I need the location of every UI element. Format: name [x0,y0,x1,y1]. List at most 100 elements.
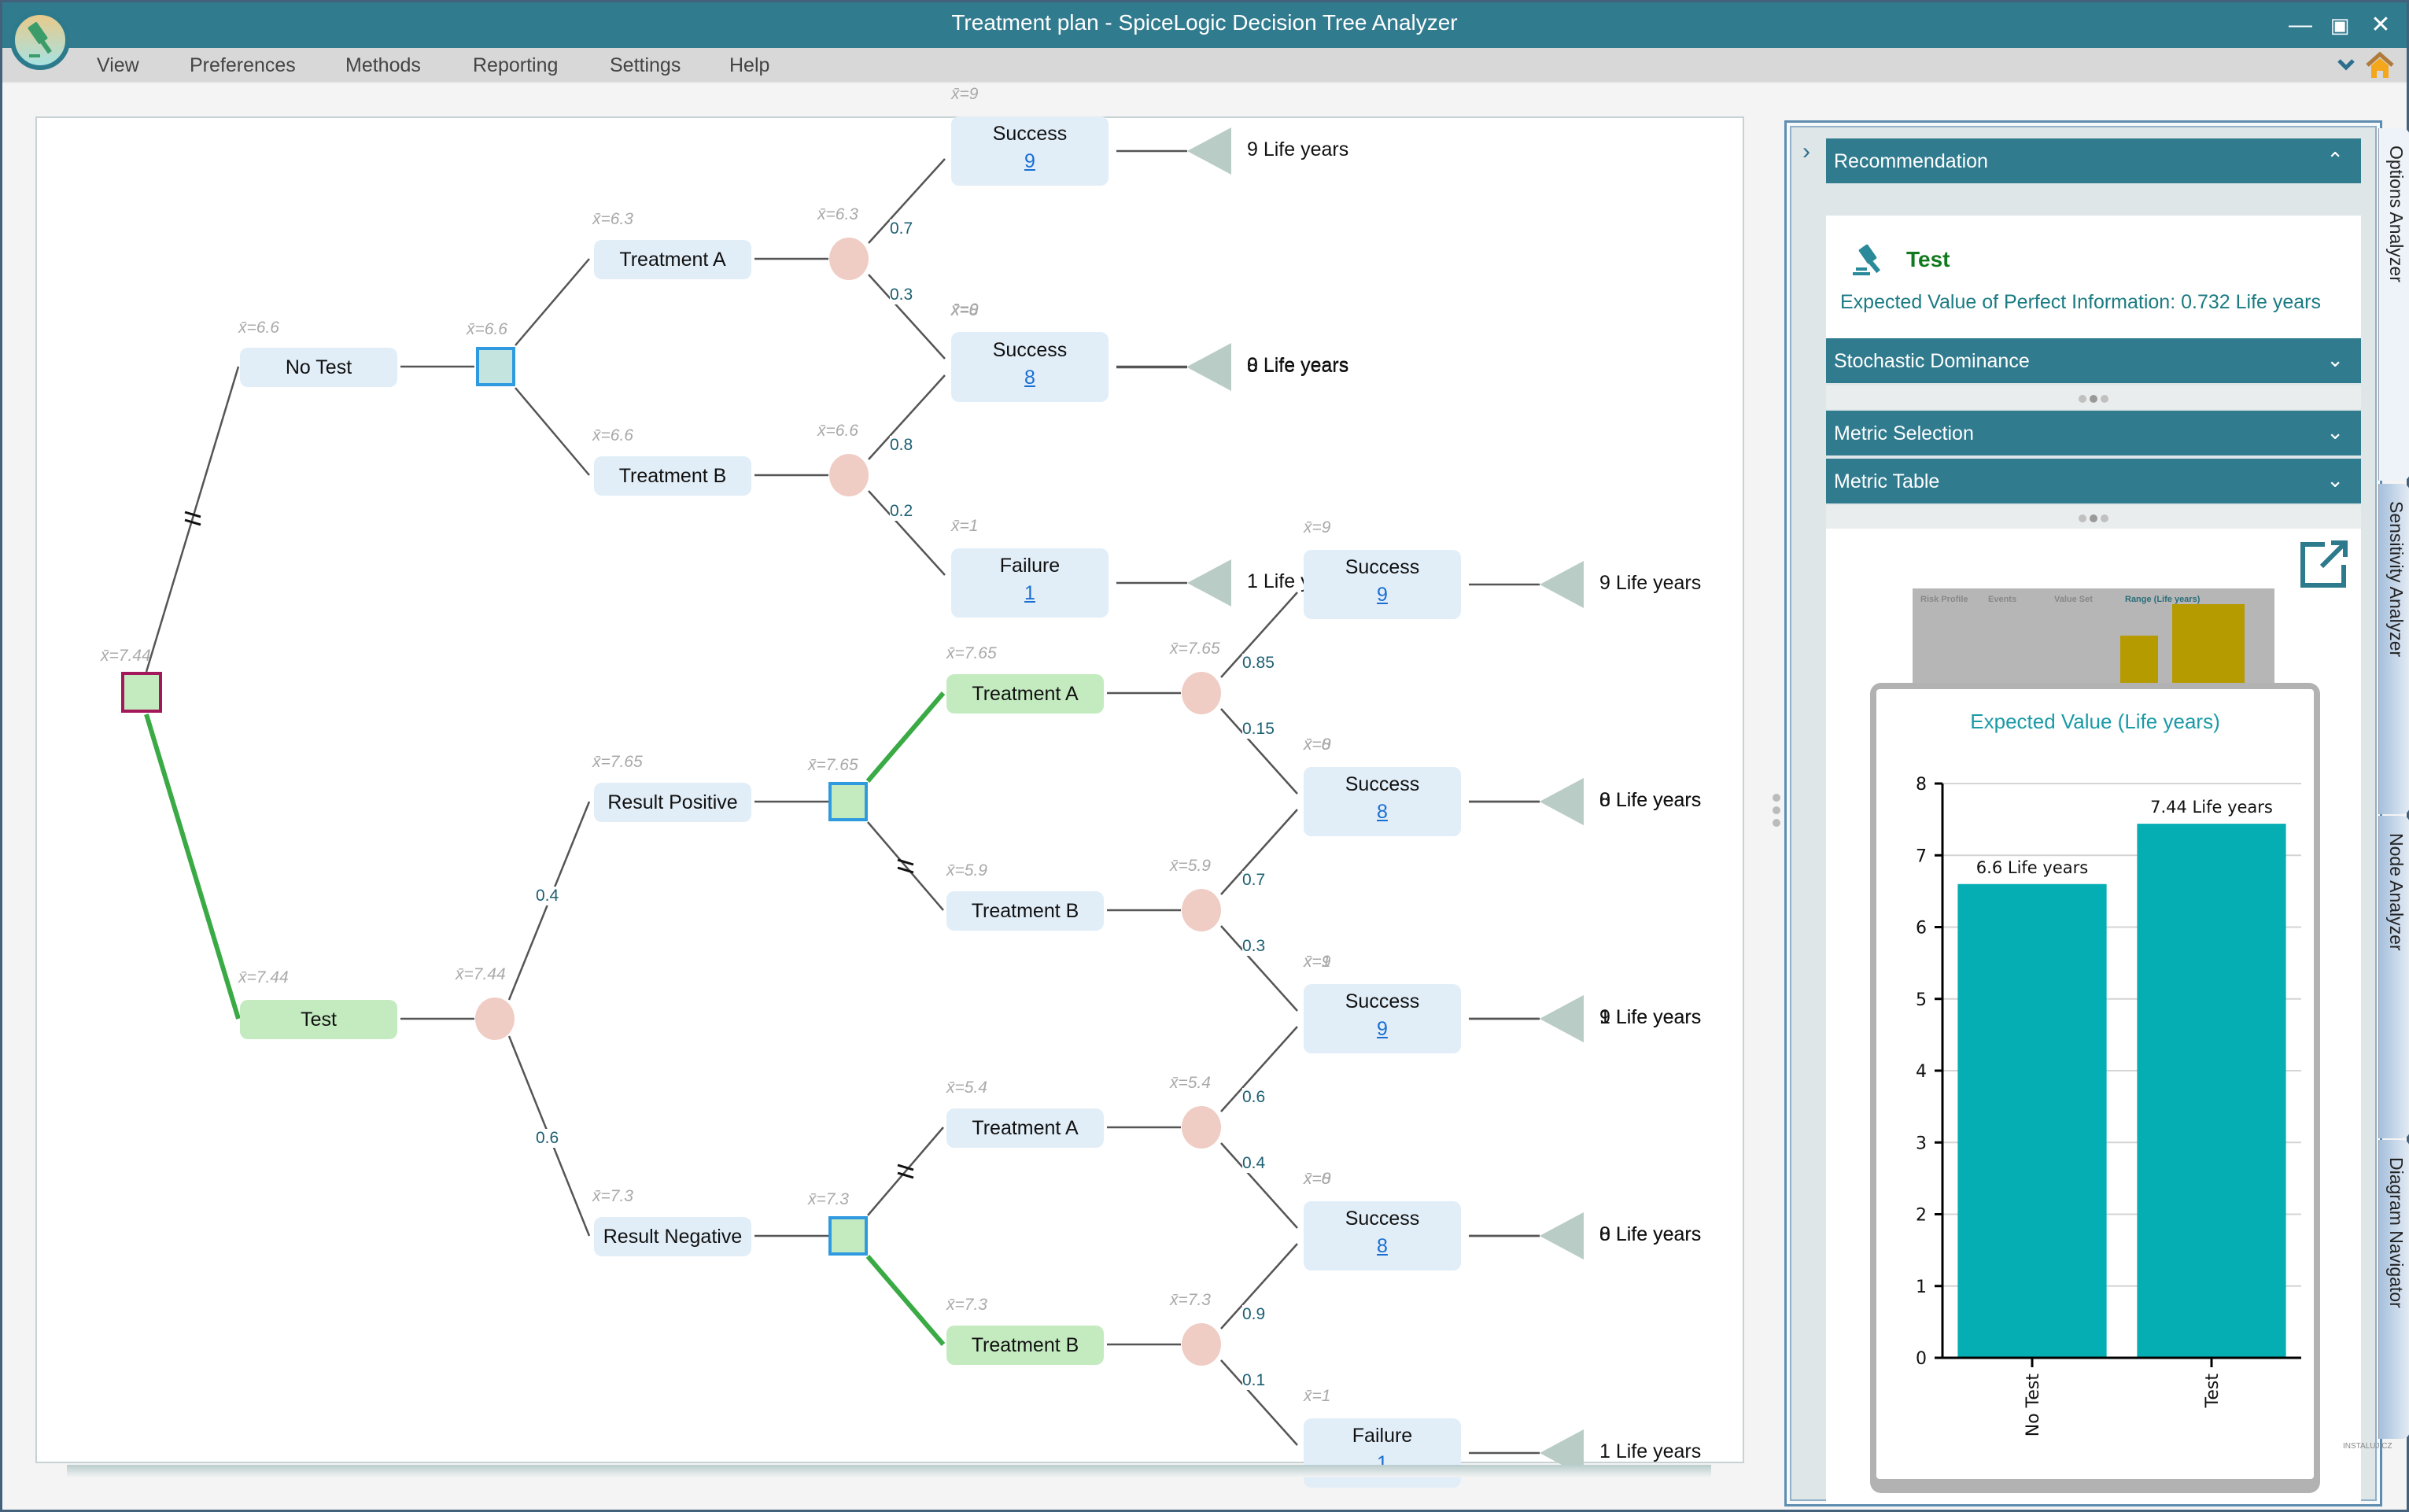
payoff-value-link[interactable]: 8 [1304,801,1461,824]
payoff-value-link[interactable]: 8 [1304,1235,1461,1258]
chance-node[interactable] [829,454,869,496]
chance-node[interactable] [1182,1106,1221,1149]
terminal-node[interactable] [1187,127,1231,175]
option-treatment[interactable]: Treatment B [946,1326,1104,1365]
terminal-payoff-label: 8 Life years [1599,789,1702,811]
chance-node[interactable] [829,238,869,280]
tab-node-analyzer[interactable]: Node Analyzer [2378,816,2409,1138]
tab-options-analyzer[interactable]: Options Analyzer [2378,128,2409,481]
chevron-down-icon[interactable] [2333,51,2359,78]
expected-value-label: x̄=7.3 [592,1187,633,1205]
expected-value-label: x̄=6.6 [592,426,633,444]
chance-node[interactable] [1182,889,1221,931]
chance-node[interactable] [1182,1323,1221,1366]
decision-node[interactable] [828,782,868,821]
probability-label: 0.7 [890,219,913,238]
outcome-label: Failure [999,555,1061,577]
section-splitter[interactable] [1826,385,2361,409]
metric-table-header[interactable]: Metric Table ⌄ [1826,459,2361,503]
terminal-node[interactable] [1187,344,1231,391]
minimize-button[interactable]: — [2281,9,2320,42]
tab-sensitivity-analyzer[interactable]: Sensitivity Analyzer [2378,484,2409,814]
terminal-node[interactable] [1540,995,1584,1042]
expected-value-label: x̄=1 [1304,1387,1331,1405]
menu-help[interactable]: Help [729,54,769,77]
payoff-value-link[interactable]: 9 [951,150,1109,173]
tab-label: Node Analyzer [2386,833,2407,951]
expected-value-label: x̄=6.6 [238,319,279,337]
section-splitter[interactable] [1826,505,2361,529]
terminal-payoff-label: 1 Life years [1599,1440,1702,1462]
expected-value-label: x̄=8 [951,301,979,319]
result-node[interactable]: Result Negative [594,1217,751,1256]
option-treatment[interactable]: Treatment B [594,456,751,496]
collapse-panel-chevron-icon[interactable]: › [1802,138,1810,165]
stochastic-dominance-header[interactable]: Stochastic Dominance ⌄ [1826,338,2361,383]
result-node[interactable]: Result Positive [594,783,751,822]
expected-value-label: x̄=7.44 [238,968,289,986]
metric-selection-header[interactable]: Metric Selection ⌄ [1826,411,2361,455]
outcome-node[interactable]: Success 8 [1304,1201,1461,1270]
diagram-canvas[interactable]: x̄=7.44 x̄=6.6 No Test x̄=6.6 x̄=6.3 Treatmen… [35,85,1744,1488]
home-icon[interactable] [2364,50,2396,81]
outcome-node[interactable]: Success 9 [1304,984,1461,1053]
expected-value-label: x̄=8 [1304,736,1331,754]
payoff-value-link[interactable]: 9 [1304,1018,1461,1041]
terminal-node[interactable] [1540,561,1584,608]
y-tick-label: 1 [1916,1278,1927,1297]
menu-reporting[interactable]: Reporting [473,54,558,77]
terminal-node[interactable] [1540,1212,1584,1259]
outcome-node[interactable]: Success 8 [1304,767,1461,836]
outcome-node[interactable]: Success 8 [951,333,1109,402]
menu-settings[interactable]: Settings [610,54,681,77]
recommendation-header[interactable]: Recommendation ⌃ [1826,138,2361,183]
payoff-value-link[interactable]: 8 [951,367,1109,389]
outcome-label: Success [992,339,1068,361]
chance-node[interactable] [475,998,515,1040]
chevron-down-icon: ⌄ [2326,468,2344,492]
close-button[interactable]: ✕ [2361,9,2400,42]
outcome-node[interactable]: Success 9 [1304,550,1461,619]
terminal-node[interactable] [1540,778,1584,825]
decision-node[interactable] [828,1216,868,1256]
terminal-payoff-label: 8 Life years [1599,1223,1702,1245]
root-decision-node[interactable] [121,672,162,713]
option-no-test[interactable]: No Test [240,348,397,387]
probability-label: 0.6 [536,1129,559,1148]
maximize-button[interactable]: ▣ [2320,9,2359,42]
probability-label: 0.3 [1242,937,1266,956]
app-logo[interactable] [10,10,70,70]
chance-node[interactable] [1182,672,1221,714]
y-tick-label: 2 [1916,1206,1927,1226]
expected-value-bar-chart: 0 1 2 3 4 5 6 7 8 6.6 Life years No Test 7.44 Life … [1916,775,2301,1436]
probability-label: 0.9 [1242,1305,1266,1324]
option-treatment[interactable]: Treatment B [946,891,1104,931]
expected-value-label: x̄=7.65 [592,753,643,771]
outcome-node[interactable]: Failure 1 [951,548,1109,618]
outcome-label: Failure [1352,1425,1413,1447]
menu-view[interactable]: View [97,54,139,77]
menu-preferences[interactable]: Preferences [190,54,296,77]
option-test[interactable]: Test [240,1000,397,1039]
option-treatment[interactable]: Treatment A [946,674,1104,714]
tab-diagram-navigator[interactable]: Diagram Navigator [2378,1140,2409,1439]
gavel-icon [1853,244,1881,275]
expected-value-label: x̄=5.9 [946,861,987,880]
option-treatment[interactable]: Treatment A [594,240,751,279]
decision-node[interactable] [476,347,515,386]
expected-value-label: x̄=6.3 [817,205,858,223]
payoff-value-link[interactable]: 1 [951,582,1109,605]
menu-methods[interactable]: Methods [345,54,421,77]
panel-splitter[interactable] [1773,789,1782,836]
ghost-tab-range: Range (Life years) [2125,595,2201,604]
option-treatment[interactable]: Treatment A [946,1108,1104,1148]
terminal-node[interactable] [1187,559,1231,607]
ghost-tab-events: Events [1988,595,2017,604]
payoff-value-link[interactable]: 9 [1304,584,1461,607]
outcome-node[interactable]: Success 9 [951,116,1109,186]
data-label: 7.44 Life years [2150,798,2273,817]
y-tick-label: 3 [1916,1134,1927,1153]
pop-out-icon[interactable] [2298,537,2352,590]
terminal-node[interactable] [1540,1429,1584,1465]
tree-edge [515,258,590,346]
